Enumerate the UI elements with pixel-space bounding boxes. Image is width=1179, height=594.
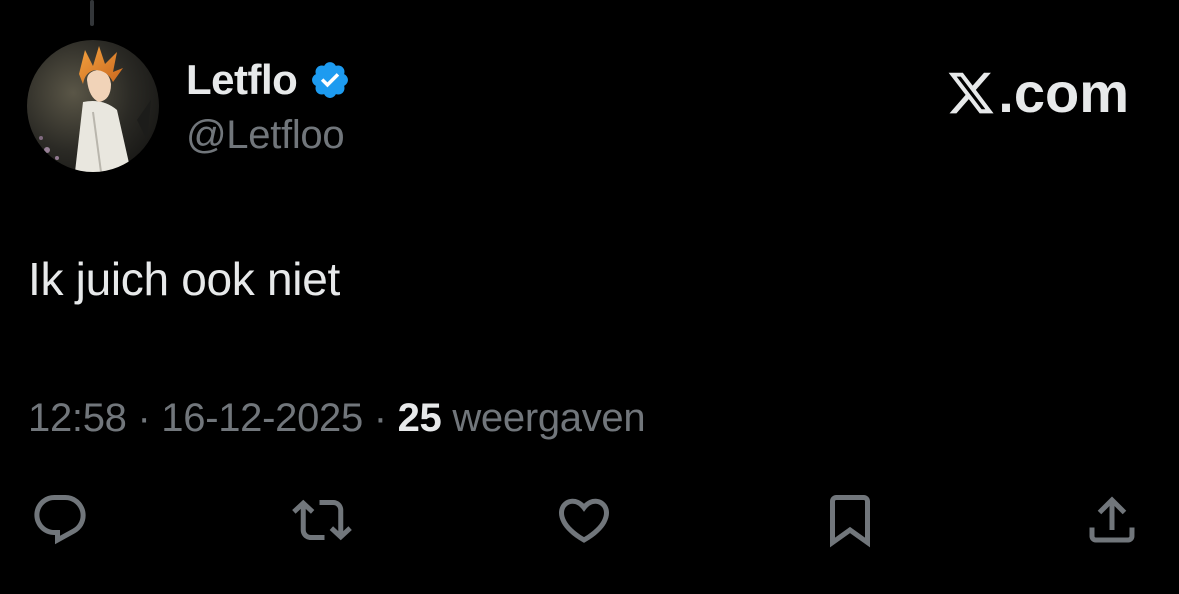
meta-separator: · — [373, 396, 387, 440]
tweet-action-bar — [0, 488, 1179, 552]
repost-button[interactable] — [290, 488, 354, 552]
repost-icon — [292, 499, 352, 541]
verified-badge-icon[interactable] — [309, 59, 351, 101]
thread-connector-line — [90, 0, 94, 26]
share-button[interactable] — [1080, 488, 1144, 552]
reply-icon — [34, 495, 86, 545]
tweet-author: Letflo @Letfloo — [186, 55, 351, 158]
avatar[interactable] — [27, 40, 159, 172]
tweet-date[interactable]: 16-12-2025 — [161, 396, 363, 440]
tweet-time[interactable]: 12:58 — [28, 396, 127, 440]
like-button[interactable] — [552, 488, 616, 552]
brand-domain-text: .com — [998, 61, 1129, 124]
share-icon — [1089, 496, 1135, 543]
tweet-text: Ik juich ook niet — [28, 253, 340, 305]
avatar-image — [27, 40, 159, 172]
author-name-row: Letflo — [186, 55, 351, 105]
heart-icon — [558, 498, 610, 543]
reply-button[interactable] — [28, 488, 92, 552]
x-logo-icon — [948, 72, 994, 113]
author-handle[interactable]: @Letfloo — [186, 113, 351, 158]
tweet-meta: 12:58 · 16-12-2025 · 25 weergaven — [28, 396, 646, 441]
meta-separator: · — [137, 396, 151, 440]
bookmark-icon — [830, 495, 870, 548]
views-label[interactable]: weergaven — [452, 396, 645, 440]
x-brand-watermark: .com — [946, 60, 1129, 125]
author-display-name[interactable]: Letflo — [186, 56, 298, 104]
views-count[interactable]: 25 — [398, 396, 442, 440]
bookmark-button[interactable] — [818, 488, 882, 552]
